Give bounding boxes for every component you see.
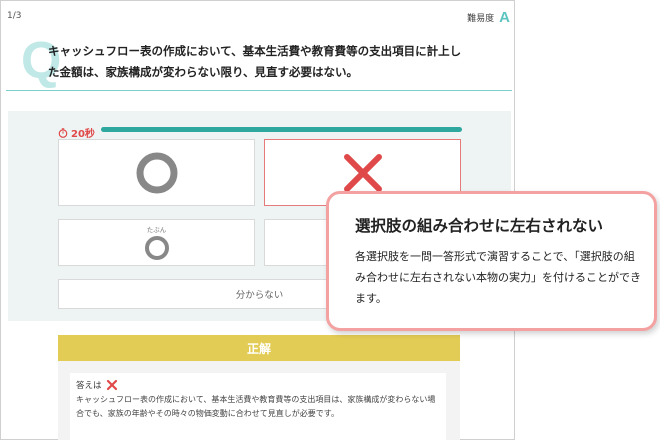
top-bar: 1/3 難易度 A [1, 1, 516, 29]
circle-icon [136, 152, 177, 193]
difficulty-grade: A [499, 9, 510, 26]
callout-title: 選択肢の組み合わせに左右されない [355, 217, 604, 235]
feature-callout: 選択肢の組み合わせに左右されない 各選択肢を一問一答形式で演習することで、「選択… [326, 191, 657, 331]
explanation-section: 答えは キャッシュフロー表の作成において、基本生活費や教育費等の支出項目は、家族… [58, 361, 460, 440]
stopwatch-icon [58, 127, 68, 138]
difficulty-label: 難易度 [467, 14, 495, 24]
callout-body: 各選択肢を一問一答形式で演習することで、「選択肢の組み合わせに左右されない本物の… [355, 250, 641, 305]
choice-maybe-true-button[interactable]: たぶん [58, 219, 255, 266]
answer-label: 答えは [76, 381, 102, 391]
timer-progress-bar [101, 127, 462, 132]
page-indicator: 1/3 [7, 11, 22, 21]
choice-true-button[interactable] [58, 139, 255, 206]
timer-label: 20秒 [71, 129, 95, 140]
cross-icon [106, 379, 117, 391]
correct-answer-banner: 正解 [58, 335, 460, 361]
answer-row: 答えは [76, 379, 440, 391]
cross-icon [343, 153, 382, 192]
explanation-box: 答えは キャッシュフロー表の作成において、基本生活費や教育費等の支出項目は、家族… [70, 373, 446, 440]
timer: 20秒 [58, 125, 95, 140]
question-block: Q キャッシュフロー表の作成において、基本生活費や教育費等の支出項目に計上した金… [6, 31, 512, 91]
difficulty-indicator: 難易度 A [467, 9, 510, 26]
maybe-label: たぶん [146, 226, 167, 234]
explanation-text: キャッシュフロー表の作成において、基本生活費や教育費等の支出項目は、家族構成が変… [76, 395, 436, 418]
circle-icon [144, 236, 169, 260]
question-text: キャッシュフロー表の作成において、基本生活費や教育費等の支出項目に計上した金額は… [48, 44, 462, 79]
